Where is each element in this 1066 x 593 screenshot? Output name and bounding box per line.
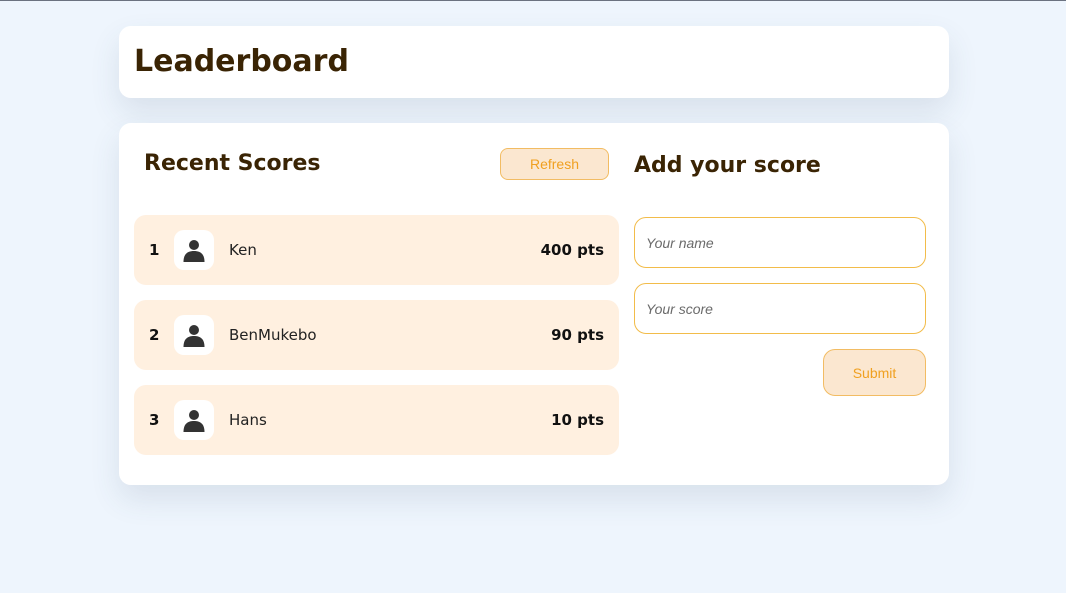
main-card: Recent Scores Refresh 1 Ken 400 pts 2 Be… — [119, 123, 949, 485]
add-score-title: Add your score — [634, 153, 821, 178]
recent-scores-title: Recent Scores — [144, 151, 321, 176]
player-name: BenMukebo — [229, 326, 317, 344]
player-points: 90 pts — [551, 326, 604, 344]
user-icon — [183, 325, 205, 347]
player-name: Ken — [229, 241, 257, 259]
score-list: 1 Ken 400 pts 2 BenMukebo 90 pts 3 Hans … — [134, 215, 619, 470]
score-rank: 1 — [149, 241, 160, 259]
player-points: 400 pts — [540, 241, 604, 259]
page-title: Leaderboard — [134, 44, 349, 79]
header-card: Leaderboard — [119, 26, 949, 98]
avatar — [174, 315, 214, 355]
score-input[interactable] — [634, 283, 926, 334]
user-icon — [183, 410, 205, 432]
submit-button[interactable]: Submit — [823, 349, 926, 396]
avatar — [174, 400, 214, 440]
score-row: 3 Hans 10 pts — [134, 385, 619, 455]
score-rank: 2 — [149, 326, 160, 344]
score-rank: 3 — [149, 411, 160, 429]
user-icon — [183, 240, 205, 262]
score-row: 2 BenMukebo 90 pts — [134, 300, 619, 370]
player-points: 10 pts — [551, 411, 604, 429]
name-input[interactable] — [634, 217, 926, 268]
refresh-button[interactable]: Refresh — [500, 148, 609, 180]
score-row: 1 Ken 400 pts — [134, 215, 619, 285]
avatar — [174, 230, 214, 270]
player-name: Hans — [229, 411, 267, 429]
